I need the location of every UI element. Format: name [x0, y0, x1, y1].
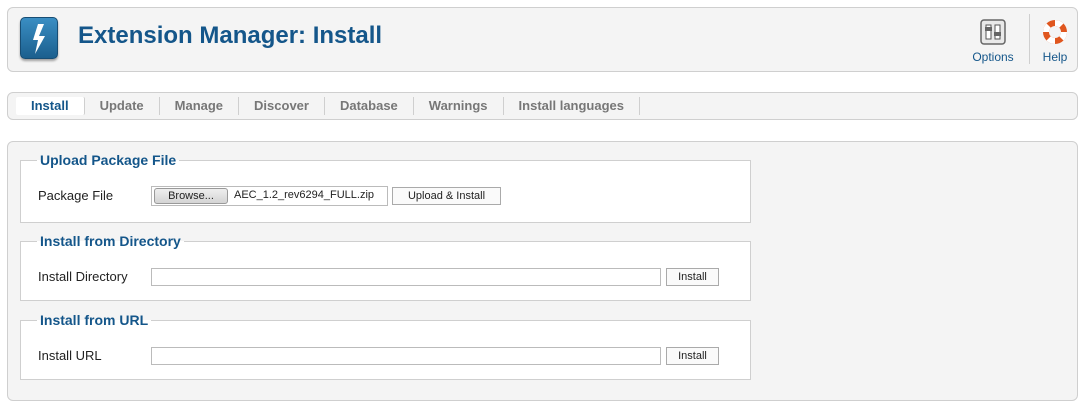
tab-manage[interactable]: Manage: [160, 97, 240, 115]
install-url-input[interactable]: [151, 347, 661, 365]
tab-discover[interactable]: Discover: [239, 97, 325, 115]
extension-manager-logo-icon: [20, 17, 58, 59]
toolbar-divider: [1029, 14, 1030, 64]
help-label: Help: [1042, 50, 1068, 64]
tab-install[interactable]: Install: [16, 97, 85, 115]
upload-package-legend: Upload Package File: [40, 152, 177, 168]
tab-install-languages[interactable]: Install languages: [504, 97, 641, 115]
install-directory-input[interactable]: [151, 268, 661, 286]
install-directory-legend: Install from Directory: [40, 233, 181, 249]
package-file-input[interactable]: Browse... AEC_1.2_rev6294_FULL.zip: [151, 186, 388, 206]
install-url-button[interactable]: Install: [666, 347, 719, 365]
tab-warnings[interactable]: Warnings: [414, 97, 504, 115]
install-directory-button[interactable]: Install: [666, 268, 719, 286]
options-icon: [979, 18, 1007, 46]
help-lifebuoy-icon: [1041, 18, 1069, 46]
install-directory-fieldset: Install from Directory Install Directory…: [20, 233, 751, 301]
install-directory-label: Install Directory: [38, 269, 128, 284]
install-content-panel: Upload Package File Package File Browse.…: [7, 141, 1078, 401]
package-file-label: Package File: [38, 188, 114, 203]
tab-update[interactable]: Update: [85, 97, 160, 115]
install-url-fieldset: Install from URL Install URL Install: [20, 312, 751, 380]
install-url-label: Install URL: [38, 348, 102, 363]
options-label: Options: [972, 50, 1014, 64]
tab-database[interactable]: Database: [325, 97, 414, 115]
submenu-tabs: Install Update Manage Discover Database …: [7, 92, 1078, 120]
browse-button[interactable]: Browse...: [154, 188, 228, 204]
selected-file-name: AEC_1.2_rev6294_FULL.zip: [234, 189, 375, 201]
toolbar-header: Extension Manager: Install Options Help: [7, 7, 1078, 72]
help-button[interactable]: Help: [1038, 18, 1072, 64]
install-url-legend: Install from URL: [40, 312, 149, 328]
upload-install-button[interactable]: Upload & Install: [392, 187, 501, 205]
page-title: Extension Manager: Install: [78, 22, 383, 49]
upload-package-fieldset: Upload Package File Package File Browse.…: [20, 152, 751, 223]
options-button[interactable]: Options: [970, 18, 1016, 64]
